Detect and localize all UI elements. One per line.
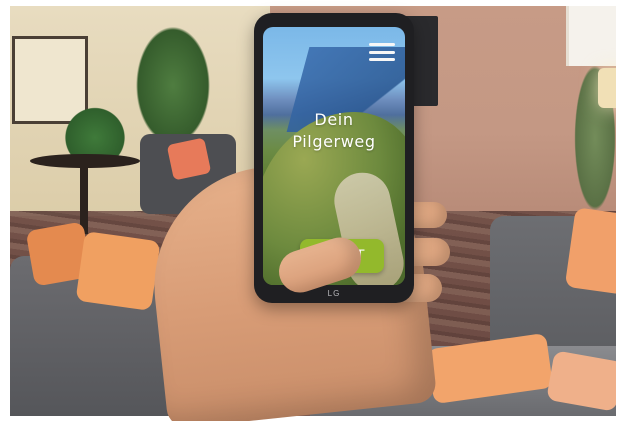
- menu-bar: [369, 43, 395, 46]
- side-table-leg: [80, 164, 88, 234]
- menu-bar: [369, 58, 395, 61]
- title-line-2: Pilgerweg: [292, 132, 376, 151]
- floor-lamp: [598, 68, 616, 108]
- pillow: [166, 137, 212, 181]
- right-window: [566, 6, 616, 66]
- pillow: [75, 231, 161, 311]
- table-plant: [60, 104, 130, 160]
- tall-plant: [128, 14, 218, 144]
- menu-bar: [369, 50, 395, 54]
- title-line-1: Dein: [314, 110, 354, 129]
- phone-brand-label: LG: [327, 289, 341, 298]
- app-title: Dein Pilgerweg: [263, 109, 405, 153]
- menu-icon[interactable]: [369, 43, 395, 61]
